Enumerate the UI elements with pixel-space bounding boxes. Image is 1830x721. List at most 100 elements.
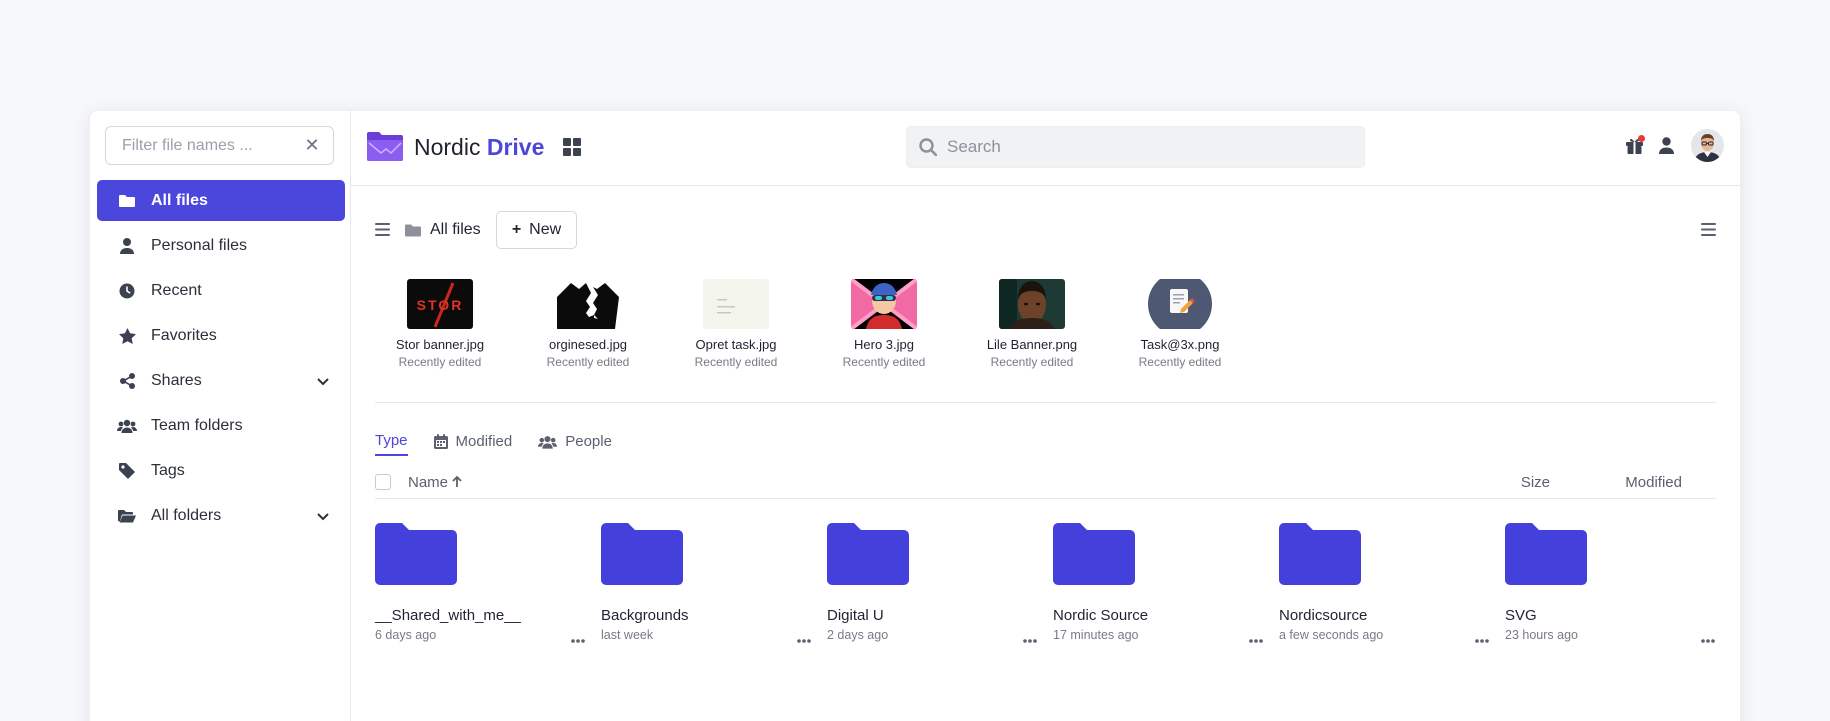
chevron-down-icon[interactable] <box>317 508 329 526</box>
search-input[interactable] <box>947 127 1347 167</box>
users-icon <box>117 416 137 436</box>
search-bar <box>906 126 1365 168</box>
chevron-down-icon[interactable] <box>317 373 329 391</box>
more-options-icon[interactable] <box>571 630 585 648</box>
folder-card[interactable]: __Shared_with_me__ 6 days ago <box>375 523 585 653</box>
folder-name: SVG <box>1505 607 1537 624</box>
drive-logo-icon <box>367 131 403 166</box>
file-name: orginesed.jpg <box>548 337 628 352</box>
tab-label: Type <box>375 432 408 449</box>
sort-up-icon <box>452 475 462 487</box>
sidebar-item-recent[interactable]: Recent <box>97 270 345 311</box>
breadcrumb-label: All files <box>430 221 481 238</box>
folder-icon <box>1279 523 1361 585</box>
filter-input[interactable] <box>122 127 307 164</box>
file-name: Task@3x.png <box>1140 337 1220 352</box>
clear-filter-icon[interactable]: ✕ <box>303 136 321 154</box>
file-status: Recently edited <box>546 355 630 369</box>
file-thumbnail <box>999 279 1065 329</box>
sidebar-item-favorites[interactable]: Favorites <box>97 315 345 356</box>
sidebar: ✕ All files Personal files Recent <box>90 111 351 721</box>
user-icon[interactable] <box>1655 135 1677 157</box>
sidebar-item-tags[interactable]: Tags <box>97 450 345 491</box>
column-name[interactable]: Name <box>408 474 462 491</box>
folder-modified: last week <box>601 628 654 642</box>
file-name: Opret task.jpg <box>695 337 777 352</box>
sidebar-item-all-folders[interactable]: All folders <box>97 495 345 536</box>
brand-first: Nordic <box>414 134 481 160</box>
folder-icon <box>1505 523 1587 585</box>
folder-open-icon <box>117 506 137 526</box>
sidebar-item-label: Favorites <box>151 326 217 344</box>
column-size[interactable]: Size <box>1521 474 1550 491</box>
app-brand: Nordic Drive <box>414 134 544 161</box>
new-button-label: New <box>529 221 562 238</box>
menu-icon[interactable] <box>375 223 390 241</box>
list-view-icon[interactable] <box>1701 223 1716 241</box>
group-by-tabs: Type Modified People <box>375 421 638 461</box>
sidebar-item-personal-files[interactable]: Personal files <box>97 225 345 266</box>
more-options-icon[interactable] <box>1249 630 1263 648</box>
sidebar-item-shares[interactable]: Shares <box>97 360 345 401</box>
recent-file-card[interactable]: orginesed.jpg Recently edited <box>523 279 653 369</box>
new-button[interactable]: + New <box>496 211 577 249</box>
file-status: Recently edited <box>694 355 778 369</box>
user-icon <box>117 236 137 256</box>
tab-type[interactable]: Type <box>375 421 408 456</box>
app-grid-icon[interactable] <box>563 138 581 161</box>
folder-card[interactable]: SVG 23 hours ago <box>1505 523 1715 653</box>
tab-modified[interactable]: Modified <box>433 421 513 450</box>
folder-card[interactable]: Backgrounds last week <box>601 523 811 653</box>
file-status: Recently edited <box>398 355 482 369</box>
file-name: Stor banner.jpg <box>395 337 485 352</box>
gift-icon[interactable] <box>1623 134 1645 157</box>
folder-icon <box>601 523 683 585</box>
folder-card[interactable]: Nordicsource a few seconds ago <box>1279 523 1489 653</box>
folder-name: __Shared_with_me__ <box>375 607 521 624</box>
notification-dot <box>1638 134 1645 142</box>
sidebar-item-label: All folders <box>151 506 222 524</box>
more-options-icon[interactable] <box>1701 630 1715 648</box>
recent-file-card[interactable]: Opret task.jpg Recently edited <box>671 279 801 369</box>
recent-file-card[interactable]: STOR Stor banner.jpg Recently edited <box>375 279 505 369</box>
top-right-actions <box>1613 129 1724 162</box>
folder-name: Digital U <box>827 607 884 624</box>
breadcrumb[interactable]: All files <box>405 221 481 239</box>
folder-card[interactable]: Nordic Source 17 minutes ago <box>1053 523 1263 653</box>
file-status: Recently edited <box>1138 355 1222 369</box>
sidebar-item-label: Team folders <box>151 416 243 434</box>
sidebar-item-team-folders[interactable]: Team folders <box>97 405 345 446</box>
filter-box: ✕ <box>105 126 334 165</box>
file-thumbnail <box>703 279 769 329</box>
avatar[interactable] <box>1691 129 1724 162</box>
folder-icon <box>1053 523 1135 585</box>
folder-modified: 23 hours ago <box>1505 628 1578 642</box>
select-all-checkbox[interactable] <box>375 474 391 490</box>
sidebar-nav: All files Personal files Recent Favorite… <box>97 180 345 540</box>
file-name: Hero 3.jpg <box>854 337 914 352</box>
folder-card[interactable]: Digital U 2 days ago <box>827 523 1037 653</box>
file-status: Recently edited <box>990 355 1074 369</box>
tab-people[interactable]: People <box>538 421 612 450</box>
svg-text:STOR: STOR <box>417 297 464 313</box>
search-icon <box>919 138 938 161</box>
top-bar: Nordic Drive <box>351 111 1740 186</box>
column-modified[interactable]: Modified <box>1625 474 1682 491</box>
more-options-icon[interactable] <box>1023 630 1037 648</box>
folder-icon <box>405 224 421 236</box>
more-options-icon[interactable] <box>797 630 811 648</box>
recent-file-card[interactable]: Lile Banner.png Recently edited <box>967 279 1097 369</box>
folder-modified: 2 days ago <box>827 628 889 642</box>
plus-icon: + <box>511 221 522 238</box>
folder-icon <box>117 191 137 211</box>
folder-name: Backgrounds <box>601 607 689 624</box>
recent-file-card[interactable]: Hero 3.jpg Recently edited <box>819 279 949 369</box>
tab-label: Modified <box>455 433 513 450</box>
folder-grid: __Shared_with_me__ 6 days ago Background… <box>375 523 1716 653</box>
recent-file-card[interactable]: Task@3x.png Recently edited <box>1115 279 1245 369</box>
folder-modified: a few seconds ago <box>1279 628 1384 642</box>
folder-icon <box>827 523 909 585</box>
folder-name: Nordicsource <box>1279 607 1368 624</box>
sidebar-item-all-files[interactable]: All files <box>97 180 345 221</box>
more-options-icon[interactable] <box>1475 630 1489 648</box>
